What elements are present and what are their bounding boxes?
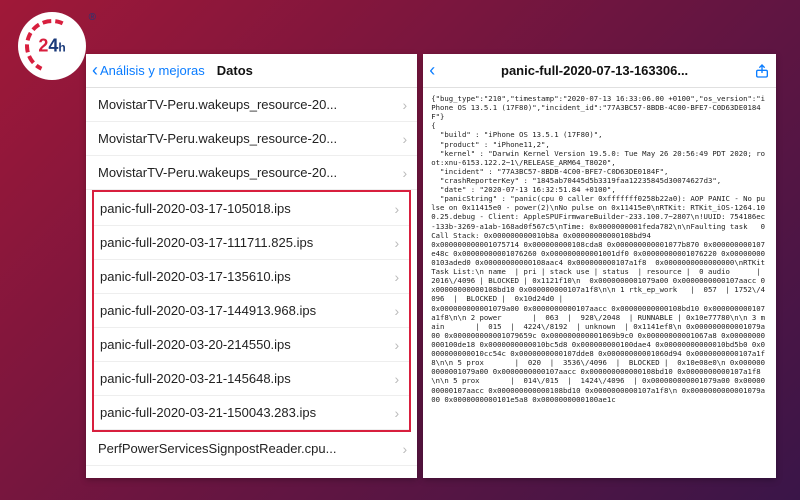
chevron-right-icon: › [395, 371, 400, 387]
share-icon[interactable] [754, 63, 770, 79]
file-name: MovistarTV-Peru.wakeups_resource-20... [98, 165, 337, 180]
list-item[interactable]: MovistarTV-Peru.wakeups_resource-20... › [86, 122, 417, 156]
highlighted-files: panic-full-2020-03-17-105018.ips › panic… [92, 190, 411, 432]
chevron-right-icon: › [395, 269, 400, 285]
list-item[interactable]: panic-full-2020-03-17-144913.968.ips › [94, 294, 409, 328]
registered-icon: ® [89, 12, 96, 23]
file-name: panic-full-2020-03-20-214550.ips [100, 337, 291, 352]
chevron-right-icon: › [395, 235, 400, 251]
log-content: {"bug_type":"210","timestamp":"2020-07-1… [423, 88, 776, 478]
list-item[interactable]: MovistarTV-Peru.wakeups_resource-20... › [86, 88, 417, 122]
chevron-right-icon: › [395, 405, 400, 421]
file-name: MovistarTV-Peru.wakeups_resource-20... [98, 131, 337, 146]
back-chevron-icon[interactable]: ‹ [92, 60, 98, 81]
list-item[interactable]: panic-full-2020-03-21-145648.ips › [94, 362, 409, 396]
file-list: MovistarTV-Peru.wakeups_resource-20... ›… [86, 88, 417, 478]
file-name: panic-full-2020-03-21-150043.283.ips [100, 405, 316, 420]
page-title: Datos [217, 63, 253, 78]
log-panel: ‹ panic-full-2020-07-13-163306... {"bug_… [423, 54, 776, 478]
chevron-right-icon: › [395, 337, 400, 353]
chevron-right-icon: › [403, 131, 408, 147]
log-header: ‹ panic-full-2020-07-13-163306... [423, 54, 776, 88]
file-name: panic-full-2020-03-17-111711.825.ips [100, 235, 313, 250]
file-name: PerfPowerServicesSignpostReader.cpu... [98, 441, 336, 456]
list-item[interactable]: panic-full-2020-03-17-105018.ips › [94, 192, 409, 226]
list-item[interactable]: panic-full-2020-03-20-214550.ips › [94, 328, 409, 362]
list-item[interactable]: panic-full-2020-03-21-150043.283.ips › [94, 396, 409, 430]
file-name: panic-full-2020-03-17-105018.ips [100, 201, 291, 216]
logo-text: 24h [38, 36, 65, 57]
file-name: panic-full-2020-03-21-145648.ips [100, 371, 291, 386]
file-list-panel: ‹ Análisis y mejoras Datos MovistarTV-Pe… [86, 54, 417, 478]
file-name: MovistarTV-Peru.wakeups_resource-20... [98, 97, 337, 112]
file-name: panic-full-2020-03-17-144913.968.ips [100, 303, 316, 318]
chevron-right-icon: › [395, 303, 400, 319]
back-button[interactable]: Análisis y mejoras [100, 63, 205, 78]
chevron-right-icon: › [395, 201, 400, 217]
chevron-right-icon: › [403, 165, 408, 181]
brand-logo: 24h ® [18, 12, 86, 80]
chevron-right-icon: › [403, 441, 408, 457]
file-name: panic-full-2020-03-17-135610.ips [100, 269, 291, 284]
list-item[interactable]: panic-full-2020-03-17-111711.825.ips › [94, 226, 409, 260]
chevron-right-icon: › [403, 97, 408, 113]
log-title: panic-full-2020-07-13-163306... [435, 63, 754, 78]
list-item[interactable]: MovistarTV-Peru.wakeups_resource-20... › [86, 156, 417, 190]
list-item[interactable]: PerfPowerServicesSignpostReader.cpu... › [86, 432, 417, 466]
list-item[interactable]: panic-full-2020-03-17-135610.ips › [94, 260, 409, 294]
nav-bar: ‹ Análisis y mejoras Datos [86, 54, 417, 88]
